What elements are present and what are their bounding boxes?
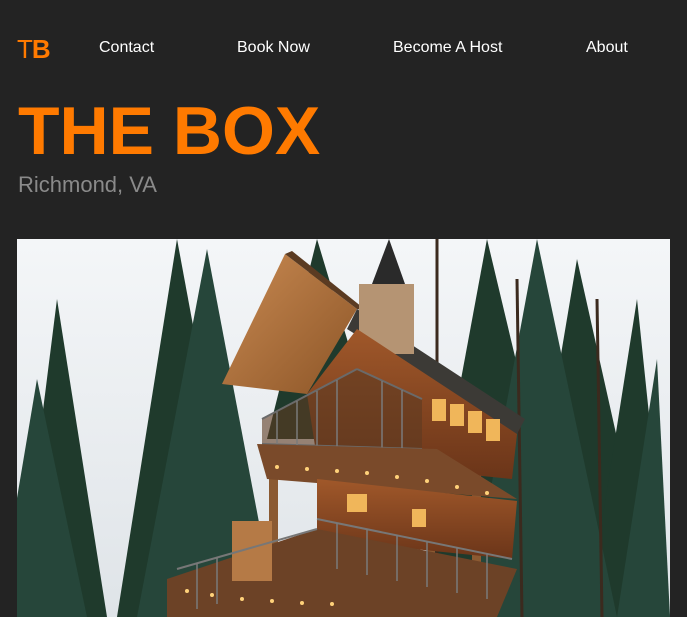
logo-letter-t: T (17, 34, 33, 64)
logo-letter-b: B (31, 34, 51, 64)
top-nav: TB Contact Book Now Become A Host About (0, 26, 687, 72)
nav-book-now[interactable]: Book Now (237, 39, 310, 57)
location-subtitle: Richmond, VA (18, 172, 157, 197)
treehouse-illustration (17, 239, 670, 617)
nav-become-a-host[interactable]: Become A Host (393, 39, 502, 57)
treehouse-photo (17, 239, 670, 617)
nav-about[interactable]: About (586, 39, 628, 57)
page: TB Contact Book Now Become A Host About … (0, 0, 687, 617)
page-title: THE BOX (18, 93, 321, 169)
nav-contact[interactable]: Contact (99, 39, 154, 57)
site-logo[interactable]: TB (17, 34, 51, 64)
